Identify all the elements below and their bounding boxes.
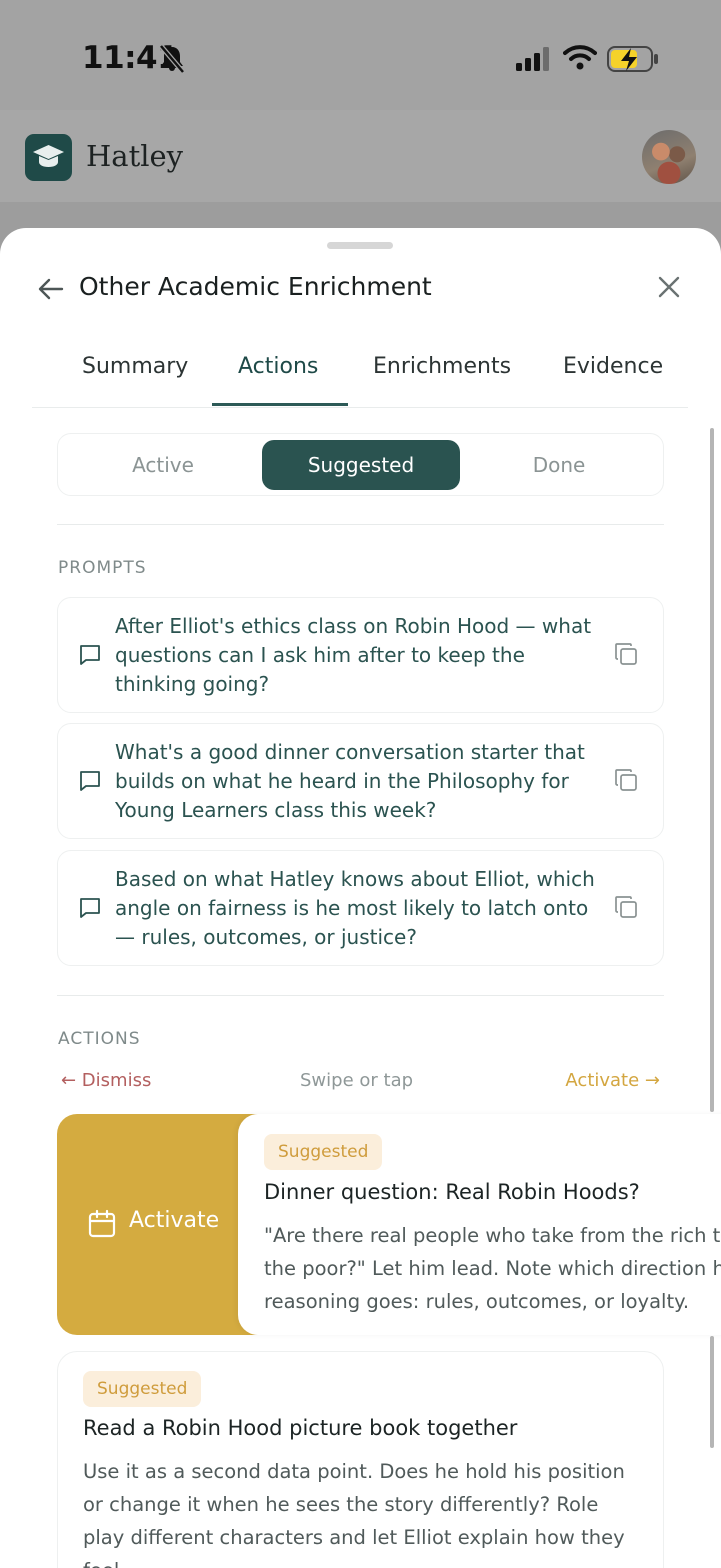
action-card[interactable]: Suggested Read a Robin Hood picture book…: [57, 1351, 664, 1568]
graduation-cap-icon: [33, 145, 64, 167]
swipe-hint-row: ← Dismiss Swipe or tap Activate →: [57, 1070, 664, 1098]
tab-actions[interactable]: Actions: [238, 354, 318, 379]
filter-suggested[interactable]: Suggested: [262, 440, 460, 490]
divider: [57, 995, 664, 996]
sheet-grabber[interactable]: [327, 242, 393, 249]
body-line: Use it as a second data point. Does he h…: [83, 1460, 625, 1483]
chat-bubble-icon: [80, 898, 100, 918]
bell-slash-icon: [159, 44, 185, 74]
status-badge: Suggested: [264, 1134, 383, 1170]
tab-summary[interactable]: Summary: [82, 354, 188, 379]
dismiss-hint[interactable]: ← Dismiss: [61, 1070, 151, 1091]
tab-enrichments[interactable]: Enrichments: [373, 354, 511, 379]
bottom-sheet: Other Academic Enrichment Summary Action…: [0, 228, 721, 1568]
tab-evidence[interactable]: Evidence: [563, 354, 663, 379]
action-card[interactable]: Suggested Dinner question: Real Robin Ho…: [238, 1114, 721, 1335]
action-card-body: "Are there real people who take from the…: [264, 1219, 721, 1318]
body-line: reasoning goes: rules, outcomes, or loya…: [264, 1290, 690, 1313]
activate-hint[interactable]: Activate →: [565, 1070, 660, 1091]
action-card-title: Dinner question: Real Robin Hoods?: [264, 1180, 640, 1204]
body-line: the poor?" Let him lead. Note which dire…: [264, 1257, 721, 1280]
avatar[interactable]: [642, 130, 696, 184]
copy-icon[interactable]: [613, 894, 639, 920]
sheet-title: Other Academic Enrichment: [79, 272, 432, 301]
copy-icon[interactable]: [613, 641, 639, 667]
arrow-left-icon[interactable]: [36, 274, 66, 304]
filter-active[interactable]: Active: [64, 440, 262, 490]
app-logo[interactable]: [25, 134, 72, 181]
prompts-header: PROMPTS: [58, 558, 147, 578]
status-badge: Suggested: [83, 1371, 202, 1407]
close-icon[interactable]: [654, 272, 684, 302]
scrollbar[interactable]: [710, 1336, 714, 1448]
prompt-card[interactable]: What's a good dinner conversation starte…: [57, 723, 664, 839]
action-card-body: Use it as a second data point. Does he h…: [83, 1455, 653, 1568]
tab-bar: Summary Actions Enrichments Evidence: [32, 338, 688, 408]
wifi-icon: [563, 45, 597, 70]
prompt-card[interactable]: After Elliot's ethics class on Robin Hoo…: [57, 597, 664, 713]
prompt-text: Based on what Hatley knows about Elliot,…: [115, 867, 595, 949]
status-bar: 11:41: [0, 0, 721, 110]
app-header: Hatley: [0, 110, 721, 202]
app-name: Hatley: [86, 139, 184, 173]
body-line: or change it when he sees the story diff…: [83, 1493, 599, 1516]
prompt-text: What's a good dinner conversation starte…: [115, 740, 585, 822]
battery-charging-icon: [607, 46, 658, 72]
prompt-card[interactable]: Based on what Hatley knows about Elliot,…: [57, 850, 664, 966]
body-line: "Are there real people who take from the…: [264, 1224, 721, 1247]
body-line: play different characters and let Elliot…: [83, 1526, 625, 1549]
swipe-hint: Swipe or tap: [300, 1070, 414, 1091]
status-filter: Active Suggested Done: [57, 433, 664, 496]
scrollbar[interactable]: [710, 428, 714, 1112]
chat-bubble-icon: [80, 771, 100, 791]
prompt-text: After Elliot's ethics class on Robin Hoo…: [115, 614, 592, 696]
action-card-title: Read a Robin Hood picture book together: [83, 1416, 518, 1440]
activate-label: Activate: [129, 1208, 220, 1233]
copy-icon[interactable]: [613, 767, 639, 793]
calendar-icon: [88, 1209, 116, 1238]
body-line: feel.: [83, 1554, 653, 1568]
tab-selection-indicator: [212, 403, 348, 406]
chat-bubble-icon: [80, 645, 100, 665]
divider: [57, 524, 664, 525]
filter-done[interactable]: Done: [460, 440, 658, 490]
actions-header: ACTIONS: [58, 1029, 141, 1049]
cellular-signal-icon: [516, 47, 549, 71]
